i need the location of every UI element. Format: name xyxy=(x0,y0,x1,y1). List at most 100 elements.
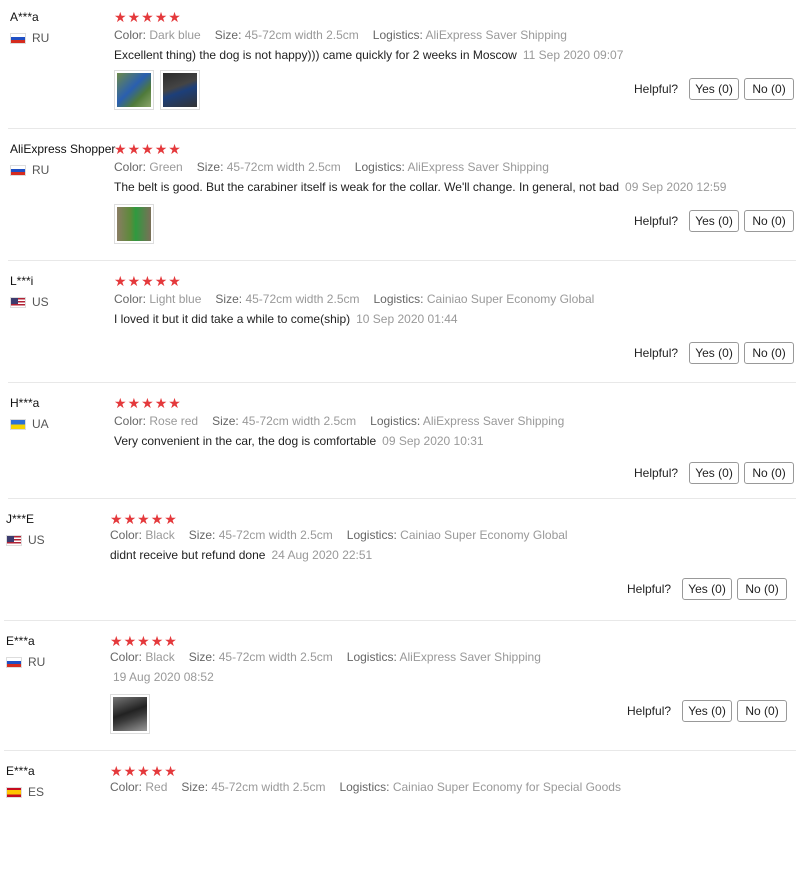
helpful-no-button[interactable]: No (0) xyxy=(744,462,795,484)
review-date: 09 Sep 2020 12:59 xyxy=(625,180,727,194)
review-date: 10 Sep 2020 01:44 xyxy=(356,312,458,326)
size-label: Size: xyxy=(214,28,242,42)
helpful-no-button[interactable]: No (0) xyxy=(744,210,795,232)
logistics-value: AliExpress Saver Shipping xyxy=(422,414,565,428)
star-icon: ★ xyxy=(137,763,151,779)
color-label: Color: xyxy=(114,28,147,42)
review-item: A***a RU ★★★★★ Color: Dark blue Size: 45-72c… xyxy=(0,0,800,130)
size-label: Size: xyxy=(188,650,216,664)
star-icon: ★ xyxy=(141,273,155,289)
review-body: Very convenient in the car, the dog is c… xyxy=(114,434,377,448)
star-icon: ★ xyxy=(127,9,142,25)
review-body: Excellent thing) the dog is not happy)))… xyxy=(114,48,517,62)
russia-flag-icon xyxy=(6,656,22,668)
helpful-yes-button[interactable]: Yes (0) xyxy=(689,78,740,100)
color-label: Color: xyxy=(114,160,147,174)
helpful-no-button[interactable]: No (0) xyxy=(744,78,795,100)
ukraine-flag-icon xyxy=(10,418,26,430)
review-item: E***a RU ★★★★★ Color: Black Size: 45-72cm wi… xyxy=(0,624,800,754)
star-icon: ★ xyxy=(154,273,169,289)
review-date: 09 Sep 2020 10:31 xyxy=(382,434,484,448)
star-icon: ★ xyxy=(164,763,178,779)
reviewer-name: L***i xyxy=(10,274,34,288)
star-icon: ★ xyxy=(110,633,124,649)
color-value: Light blue xyxy=(149,292,202,306)
review-photo-thumbnail[interactable] xyxy=(160,70,200,110)
usa-flag-icon xyxy=(6,534,22,546)
russia-flag-icon xyxy=(10,32,26,44)
order-info: Color: Red Size: 45-72cm width 2.5cm Logis… xyxy=(110,780,635,794)
helpful-vote: Helpful? Yes (0) No (0) xyxy=(627,700,788,722)
color-value: Black xyxy=(145,528,175,542)
logistics-value: AliExpress Saver Shipping xyxy=(399,650,541,664)
country-code: UA xyxy=(32,417,49,431)
color-label: Color: xyxy=(114,414,147,428)
size-value: 45-72cm width 2.5cm xyxy=(245,292,360,306)
logistics-label: Logistics: xyxy=(346,650,397,664)
color-label: Color: xyxy=(110,528,143,542)
review-divider xyxy=(8,498,796,499)
review-photo-thumbnail[interactable] xyxy=(114,70,154,110)
order-info: Color: Light blue Size: 45-72cm width 2.5… xyxy=(114,292,608,306)
helpful-label: Helpful? xyxy=(634,214,679,228)
size-value: 45-72cm width 2.5cm xyxy=(244,28,359,42)
star-rating: ★★★★★ xyxy=(110,633,178,650)
star-icon: ★ xyxy=(114,395,128,411)
star-icon: ★ xyxy=(137,511,151,527)
star-icon: ★ xyxy=(164,633,178,649)
star-icon: ★ xyxy=(141,395,155,411)
size-value: 45-72cm width 2.5cm xyxy=(218,528,333,542)
star-rating: ★★★★★ xyxy=(114,141,182,158)
star-icon: ★ xyxy=(154,141,169,157)
star-icon: ★ xyxy=(168,395,182,411)
helpful-yes-button[interactable]: Yes (0) xyxy=(682,578,733,600)
reviewer-country: US xyxy=(6,533,45,547)
review-item: J***E US ★★★★★ Color: Black Size: 45-72cm wi… xyxy=(0,502,800,632)
helpful-no-button[interactable]: No (0) xyxy=(737,700,788,722)
review-divider xyxy=(8,260,796,261)
helpful-yes-button[interactable]: Yes (0) xyxy=(689,210,740,232)
review-divider xyxy=(4,620,796,621)
helpful-yes-button[interactable]: Yes (0) xyxy=(682,700,733,722)
color-value: Red xyxy=(145,780,168,794)
helpful-label: Helpful? xyxy=(634,346,679,360)
review-body: didnt receive but refund done xyxy=(110,548,266,562)
reviewer-country: RU xyxy=(10,31,49,45)
star-icon: ★ xyxy=(137,633,151,649)
color-label: Color: xyxy=(110,650,143,664)
country-code: US xyxy=(32,295,49,309)
helpful-vote: Helpful? Yes (0) No (0) xyxy=(634,78,795,100)
review-text: Very convenient in the car, the dog is c… xyxy=(114,434,484,448)
review-body: The belt is good. But the carabiner itse… xyxy=(114,180,620,194)
review-date: 19 Aug 2020 08:52 xyxy=(113,670,214,684)
star-icon: ★ xyxy=(123,511,138,527)
reviewer-name: E***a xyxy=(6,764,35,778)
helpful-no-button[interactable]: No (0) xyxy=(737,578,788,600)
review-text: The belt is good. But the carabiner itse… xyxy=(114,180,726,194)
helpful-no-button[interactable]: No (0) xyxy=(744,342,795,364)
review-photos xyxy=(114,70,200,110)
review-item: H***a UA ★★★★★ Color: Rose red Size: 45-72cm… xyxy=(0,386,800,516)
helpful-yes-button[interactable]: Yes (0) xyxy=(689,342,740,364)
size-value: 45-72cm width 2.5cm xyxy=(242,414,357,428)
size-label: Size: xyxy=(212,414,239,428)
size-label: Size: xyxy=(188,528,216,542)
helpful-yes-button[interactable]: Yes (0) xyxy=(689,462,740,484)
helpful-label: Helpful? xyxy=(627,704,672,718)
helpful-vote: Helpful? Yes (0) No (0) xyxy=(634,210,795,232)
review-photo-thumbnail[interactable] xyxy=(110,694,150,734)
review-divider xyxy=(8,382,796,383)
review-text: I loved it but it did take a while to co… xyxy=(114,312,458,326)
color-label: Color: xyxy=(110,780,143,794)
review-photo-thumbnail[interactable] xyxy=(114,204,154,244)
review-item: L***i US ★★★★★ Color: Light blue Size: 45-72… xyxy=(0,264,800,394)
photo-car-seat-belt xyxy=(163,73,197,107)
order-info: Color: Rose red Size: 45-72cm width 2.5cm… xyxy=(114,414,578,428)
star-rating: ★★★★★ xyxy=(114,395,182,412)
reviewer-name: A***a xyxy=(10,10,39,24)
star-icon: ★ xyxy=(164,511,178,527)
helpful-vote: Helpful? Yes (0) No (0) xyxy=(634,342,795,364)
country-code: US xyxy=(28,533,45,547)
review-divider xyxy=(8,128,796,129)
helpful-vote: Helpful? Yes (0) No (0) xyxy=(634,462,795,484)
